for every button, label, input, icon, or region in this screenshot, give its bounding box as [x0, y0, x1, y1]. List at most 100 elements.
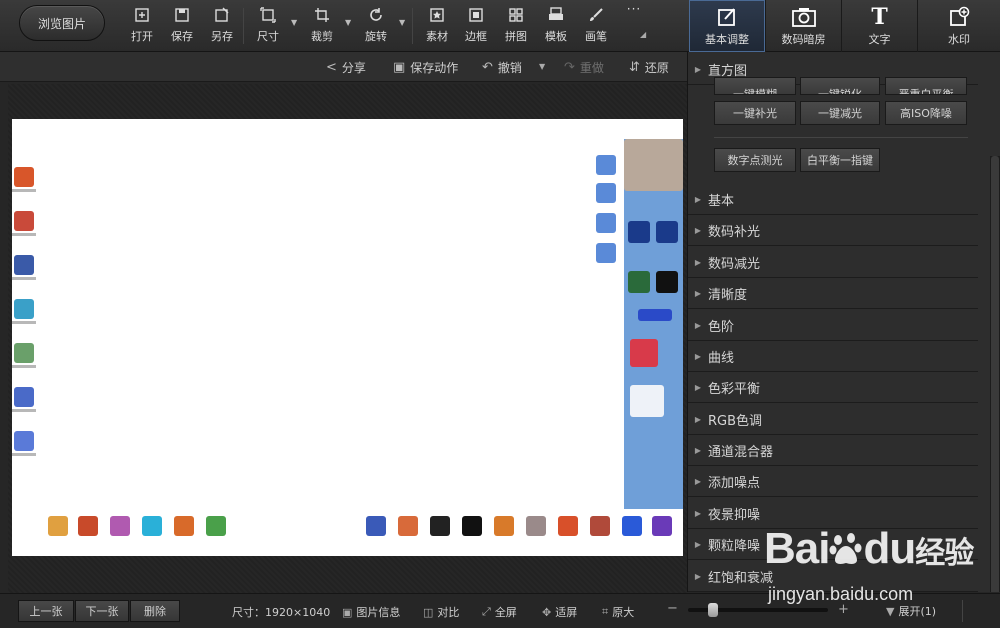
restore-icon: ⇵ — [629, 60, 640, 75]
restore-button[interactable]: ⇵ 还原 — [629, 59, 669, 76]
tab-watermark-label: 水印 — [948, 33, 970, 46]
crop-button[interactable]: 裁剪 — [302, 6, 342, 46]
border-button[interactable]: 边框 — [456, 6, 496, 46]
expand-arrow-icon: ▶ — [694, 64, 702, 74]
crop-dropdown-icon[interactable]: ▼ — [345, 18, 353, 27]
save-label: 保存 — [171, 30, 193, 43]
prev-image-button[interactable]: 上一张 — [18, 600, 74, 622]
section-label: 数码减光 — [708, 256, 761, 272]
collage-button[interactable]: 拼图 — [496, 6, 536, 46]
one-click-fill-light-button[interactable]: 一键补光 — [714, 101, 796, 125]
tab-digital-darkroom[interactable]: 数码暗房 — [765, 0, 841, 52]
image-size-label: 尺寸：1920×1040 — [232, 606, 331, 619]
next-image-button[interactable]: 下一张 — [75, 600, 129, 622]
fullscreen-button[interactable]: ⤢ 全屏 — [482, 604, 517, 620]
rotate-icon — [367, 6, 385, 24]
section-basic[interactable]: ▶ 基本 — [688, 184, 978, 215]
desktop-icon — [558, 516, 578, 536]
tab-basic-adjust[interactable]: 基本调整 — [689, 0, 765, 52]
section-label: 添加噪点 — [708, 475, 761, 491]
scrollbar-thumb[interactable] — [991, 156, 999, 592]
desktop-icon — [12, 387, 36, 412]
section-digital-reduce-light[interactable]: ▶ 数码减光 — [688, 247, 978, 278]
white-balance-strict-label: 严重白平衡 — [898, 88, 954, 95]
desktop-icon — [12, 167, 36, 192]
tab-text-label: 文字 — [868, 33, 891, 46]
save-action-button[interactable]: ▣ 保存动作 — [393, 59, 458, 76]
one-click-blur-button[interactable]: 一键模糊 — [714, 77, 796, 95]
desktop-icon — [462, 516, 482, 536]
expand-arrow-icon: ▶ — [694, 445, 702, 455]
toolbar-expand-icon[interactable]: ◢ — [640, 30, 646, 39]
image-preview[interactable] — [12, 119, 683, 556]
one-click-sharpen-button[interactable]: 一键锐化 — [800, 77, 880, 95]
desktop-icon — [596, 155, 616, 175]
rotate-label: 旋转 — [365, 30, 387, 43]
white-balance-strict-button[interactable]: 严重白平衡 — [885, 77, 967, 95]
sidebar-window — [624, 139, 683, 509]
rotate-dropdown-icon[interactable]: ▼ — [399, 18, 407, 27]
border-icon — [467, 6, 485, 24]
desktop-icon — [596, 213, 616, 233]
original-size-button[interactable]: ⌗ 原大 — [602, 604, 634, 620]
expand-arrow-icon: ▶ — [694, 257, 702, 267]
desktop-icon — [174, 516, 194, 536]
section-color-balance[interactable]: ▶ 色彩平衡 — [688, 372, 978, 403]
section-channel-mixer[interactable]: ▶ 通道混合器 — [688, 435, 978, 466]
material-button[interactable]: 素材 — [417, 6, 457, 46]
undo-button[interactable]: ↶ 撤销 — [482, 59, 522, 76]
original-size-label: 原大 — [612, 606, 635, 619]
zoom-slider-knob[interactable] — [708, 603, 718, 617]
image-info-button[interactable]: ▣ 图片信息 — [342, 604, 400, 620]
brush-icon — [587, 6, 605, 24]
save-action-icon: ▣ — [393, 60, 406, 75]
section-rgb-tone[interactable]: ▶ RGB色调 — [688, 404, 978, 435]
section-levels[interactable]: ▶ 色阶 — [688, 310, 978, 341]
delete-button[interactable]: 删除 — [130, 600, 180, 622]
desktop-icon — [78, 516, 98, 536]
high-iso-denoise-label: 高ISO降噪 — [900, 107, 952, 120]
compare-button[interactable]: ◫ 对比 — [423, 604, 459, 620]
share-button[interactable]: < 分享 — [326, 59, 366, 76]
crop-icon — [313, 6, 331, 24]
desktop-icon — [12, 299, 36, 324]
rotate-button[interactable]: 旋转 — [356, 6, 396, 46]
material-icon — [428, 6, 446, 24]
tab-watermark[interactable]: 水印 — [917, 0, 1000, 52]
section-label: 色阶 — [708, 319, 735, 335]
browse-images-button[interactable]: 浏览图片 — [19, 5, 105, 41]
undo-icon: ↶ — [482, 60, 493, 75]
desktop-icon — [622, 516, 642, 536]
high-iso-denoise-button[interactable]: 高ISO降噪 — [885, 101, 967, 125]
undo-dropdown-icon[interactable]: ▼ — [539, 62, 545, 71]
fit-screen-button[interactable]: ✥ 适屏 — [542, 604, 577, 620]
resize-dropdown-icon[interactable]: ▼ — [291, 18, 299, 27]
section-clarity[interactable]: ▶ 清晰度 — [688, 278, 978, 309]
tab-text[interactable]: T 文字 — [841, 0, 917, 52]
spot-metering-button[interactable]: 数字点测光 — [714, 148, 796, 172]
adjust-panel: ▶ 直方图 一键模糊 一键锐化 严重白平衡 一键补光 一键减光 高ISO降噪 数… — [687, 52, 1000, 592]
white-balance-picker-button[interactable]: 白平衡一指键 — [800, 148, 880, 172]
section-curves[interactable]: ▶ 曲线 — [688, 341, 978, 372]
one-click-reduce-light-label: 一键减光 — [818, 107, 862, 120]
template-button[interactable]: 模板 — [536, 6, 576, 46]
save-as-button[interactable]: 另存 — [202, 6, 242, 46]
restore-label: 还原 — [644, 61, 669, 75]
section-label: 基本 — [708, 193, 735, 209]
brush-button[interactable]: 画笔 — [576, 6, 616, 46]
redo-icon: ↷ — [564, 60, 575, 75]
desktop-icon — [12, 211, 36, 236]
section-add-noise[interactable]: ▶ 添加噪点 — [688, 466, 978, 497]
border-label: 边框 — [465, 30, 487, 43]
tab-digital-darkroom-label: 数码暗房 — [781, 33, 826, 46]
expand-arrow-icon: ▶ — [694, 508, 702, 518]
open-button[interactable]: 打开 — [122, 6, 162, 46]
redo-button[interactable]: ↷ 重做 — [564, 59, 604, 76]
more-tools-button[interactable]: ··· — [614, 2, 654, 42]
resize-button[interactable]: 尺寸 — [248, 6, 288, 46]
section-digital-fill-light[interactable]: ▶ 数码补光 — [688, 215, 978, 246]
save-button[interactable]: 保存 — [162, 6, 202, 46]
zoom-out-button[interactable]: − — [667, 601, 678, 616]
panel-scrollbar[interactable] — [990, 156, 1000, 592]
one-click-reduce-light-button[interactable]: 一键减光 — [800, 101, 880, 125]
